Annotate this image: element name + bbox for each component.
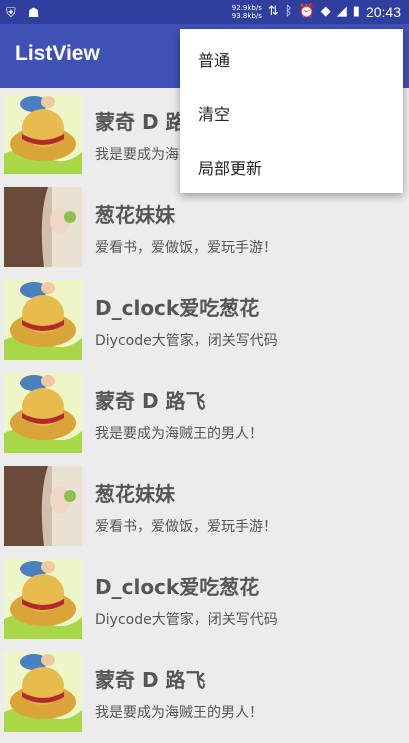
menu-item-label: 普通 — [198, 51, 231, 70]
network-speed: 92.9kb/s 93.8kb/s — [232, 4, 262, 20]
menu-item-label: 清空 — [198, 105, 231, 124]
straw-hat-avatar — [4, 373, 82, 453]
list-item[interactable]: D_clock爱吃葱花 Diycode大管家，闭关写代码 — [0, 278, 409, 363]
signal-icon: ◢ — [336, 4, 347, 19]
straw-hat-avatar — [4, 94, 82, 174]
status-bar: ⛨ ☗ 92.9kb/s 93.8kb/s ⇅ ᛒ ⏰ ◆ ◢ ▮ 20:43 — [0, 0, 409, 24]
item-name: 葱花妹妹 — [95, 482, 175, 506]
item-description: Diycode大管家，闭关写代码 — [95, 333, 278, 349]
speed-up: 93.8kb/s — [231, 12, 262, 20]
wifi-icon: ◆ — [320, 4, 331, 19]
list-item[interactable]: D_clock爱吃葱花 Diycode大管家，闭关写代码 — [0, 557, 409, 642]
speed-down: 92.9kb/s — [231, 4, 262, 12]
list-item[interactable]: 葱花妹妹爱看书，爱做饭，爱玩手游！ — [0, 464, 409, 549]
clock: 20:43 — [365, 4, 401, 20]
item-name: 蒙奇 D 路飞 — [95, 668, 206, 692]
menu-item-partial-update[interactable]: 局部更新 — [180, 139, 403, 193]
list-item[interactable]: 蒙奇 D 路飞我是要成为海贼王的男人！ — [0, 371, 409, 456]
list-item[interactable]: 蒙奇 D 路飞我是要成为海贼王的男人！ — [0, 650, 409, 735]
item-description: 我是要成为海贼王的男人！ — [95, 705, 263, 721]
menu-item-label: 局部更新 — [198, 159, 263, 178]
item-name: 葱花妹妹 — [95, 203, 175, 227]
item-name: D_clock爱吃葱花 — [95, 296, 260, 320]
item-name: D_clock爱吃葱花 — [95, 575, 260, 599]
straw-hat-avatar — [4, 280, 82, 360]
android-icon: ☗ — [27, 6, 40, 21]
item-description: 爱看书，爱做饭，爱玩手游！ — [95, 240, 277, 256]
alarm-icon: ⏰ — [298, 4, 315, 19]
shield-icon: ⛨ — [6, 6, 16, 21]
menu-item-clear[interactable]: 清空 — [180, 85, 403, 139]
girl-photo-avatar — [4, 466, 82, 546]
menu-item-normal[interactable]: 普通 — [180, 31, 403, 85]
item-description: 爱看书，爱做饭，爱玩手游！ — [95, 519, 277, 535]
battery-icon: ▮ — [352, 4, 360, 19]
straw-hat-avatar — [4, 559, 82, 639]
item-description: Diycode大管家，闭关写代码 — [95, 612, 278, 628]
toolbar-title: ListView — [15, 42, 100, 65]
data-arrows-icon: ⇅ — [267, 4, 279, 19]
list-item[interactable]: 葱花妹妹爱看书，爱做饭，爱玩手游！ — [0, 185, 409, 270]
item-name: 蒙奇 D 路飞 — [95, 389, 206, 413]
item-description: 我是要成为海贼王的男人！ — [95, 426, 263, 442]
girl-photo-avatar — [4, 187, 82, 267]
bluetooth-icon: ᛒ — [284, 4, 293, 19]
straw-hat-avatar — [4, 652, 82, 732]
overflow-menu: 普通 清空 局部更新 — [180, 29, 403, 193]
